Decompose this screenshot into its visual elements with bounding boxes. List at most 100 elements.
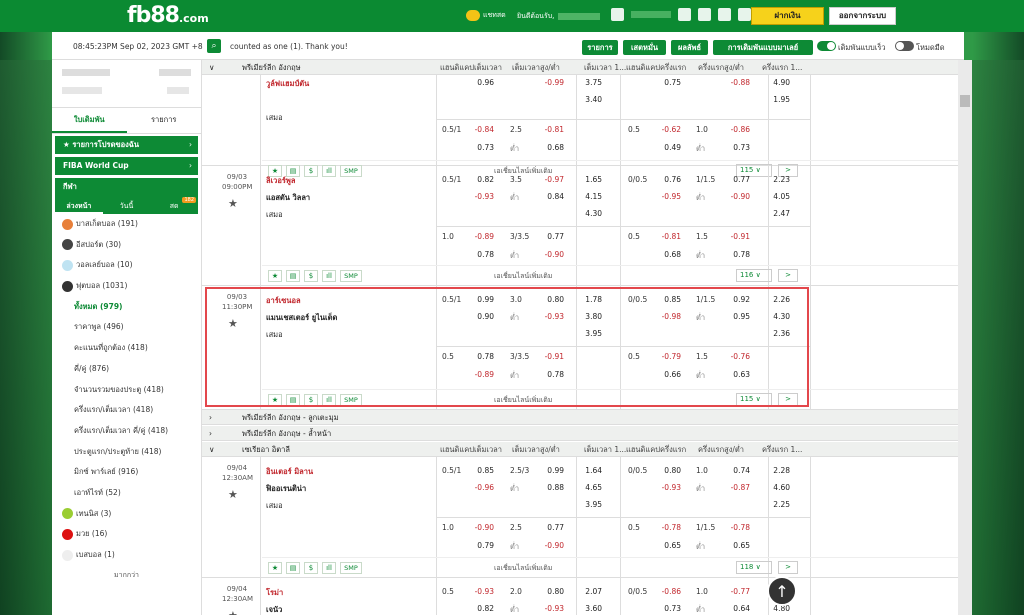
logout-button[interactable]: ออกจากระบบ [829, 7, 896, 25]
parlay-button[interactable]: เสตหมั่น [623, 40, 666, 55]
next-button[interactable]: > [778, 561, 798, 574]
odds-value[interactable]: -0.86 [720, 125, 750, 134]
odds-value[interactable]: 0.78 [464, 352, 494, 361]
odds-value[interactable]: 0.77 [720, 175, 750, 184]
odds-value[interactable]: 0.99 [464, 295, 494, 304]
odds-value[interactable]: -0.91 [534, 352, 564, 361]
odds-value[interactable]: -0.88 [720, 78, 750, 87]
odds-value[interactable]: 3.40 [572, 95, 602, 104]
wallet-icon[interactable] [611, 8, 624, 21]
odds-value[interactable]: 0.88 [534, 483, 564, 492]
fav-icon[interactable]: ★ [268, 394, 282, 406]
live-chat-link[interactable]: แชทสด [466, 10, 506, 21]
league-header[interactable]: ∨ พรีเมียร์ลีก อังกฤษ แฮนดิแคปเต็มเวลา เต็ม… [202, 60, 960, 75]
fav-icon[interactable]: ★ [268, 562, 282, 574]
dollar-icon[interactable]: $ [304, 270, 318, 282]
odds-value[interactable]: 4.05 [760, 192, 790, 201]
odds-value[interactable]: 3.95 [572, 329, 602, 338]
more-markets-count[interactable]: 116 ∨ [736, 269, 772, 282]
favorite-star-icon[interactable]: ★ [228, 609, 238, 615]
profile-icon[interactable] [718, 8, 731, 21]
odds-value[interactable]: 0.77 [534, 232, 564, 241]
sidebar-sport-item[interactable]: คะแนนที่ถูกต้อง (418) [52, 338, 201, 359]
odds-value[interactable]: 0.65 [720, 541, 750, 550]
odds-value[interactable]: -0.77 [720, 587, 750, 596]
favorite-star-icon[interactable]: ★ [228, 197, 238, 210]
odds-value[interactable]: 0.64 [720, 604, 750, 613]
fast-bet-toggle[interactable] [817, 41, 836, 51]
odds-value[interactable]: -0.81 [534, 125, 564, 134]
sidebar-sport-item[interactable]: จำนวนรวมของประตู (418) [52, 380, 201, 401]
odds-value[interactable]: 0.68 [651, 250, 681, 259]
odds-value[interactable]: 0.95 [720, 312, 750, 321]
odds-value[interactable]: 0.82 [464, 175, 494, 184]
search-icon[interactable]: ⌕ [207, 39, 221, 53]
odds-value[interactable]: -0.89 [464, 232, 494, 241]
chart-icon[interactable]: ıll [322, 270, 336, 282]
odds-value[interactable]: 4.30 [572, 209, 602, 218]
deposit-button[interactable]: ฝากเงิน [751, 7, 824, 25]
odds-value[interactable]: 2.23 [760, 175, 790, 184]
odds-value[interactable]: -0.95 [651, 192, 681, 201]
odds-value[interactable]: 0.85 [464, 466, 494, 475]
odds-value[interactable]: -0.90 [720, 192, 750, 201]
odds-value[interactable]: 0.68 [534, 143, 564, 152]
odds-value[interactable]: -0.78 [720, 523, 750, 532]
odds-value[interactable]: 1.95 [760, 95, 790, 104]
odds-value[interactable]: 3.95 [572, 500, 602, 509]
sidebar-sport-item[interactable]: มิกซ์ พาร์เลย์ (916) [52, 462, 201, 483]
odds-value[interactable]: 3.60 [572, 604, 602, 613]
odds-value[interactable]: -0.93 [534, 604, 564, 613]
odds-value[interactable]: 0.78 [464, 250, 494, 259]
odds-value[interactable]: -0.87 [720, 483, 750, 492]
stats-icon[interactable]: ▤ [286, 270, 300, 282]
league-header[interactable]: ∨ เซเรียอา อิตาลี แฮนดิแคปเต็มเวลา เต็มเวลา… [202, 442, 960, 457]
odds-value[interactable]: 2.36 [760, 329, 790, 338]
odds-value[interactable]: -0.76 [720, 352, 750, 361]
sidebar-sport-item[interactable]: ทั้งหมด (979) [52, 297, 201, 318]
sidebar-sport-item[interactable]: ฟุตบอล (1031) [52, 276, 201, 297]
odds-value[interactable]: -0.81 [651, 232, 681, 241]
smp-button[interactable]: SMP [340, 270, 362, 282]
odds-value[interactable]: 4.30 [760, 312, 790, 321]
dark-mode-toggle[interactable] [895, 41, 914, 51]
odds-value[interactable]: -0.98 [651, 312, 681, 321]
smp-button[interactable]: SMP [340, 394, 362, 406]
refresh-icon[interactable] [678, 8, 691, 21]
odds-value[interactable]: -0.90 [534, 541, 564, 550]
sidebar-sport-item[interactable]: อีสปอร์ต (30) [52, 235, 201, 256]
more-asian-lines-link[interactable]: เอเชี่ยนไลน์เพิ่มเติม [494, 563, 552, 574]
odds-value[interactable]: -0.79 [651, 352, 681, 361]
results-button[interactable]: ผลลัพธ์ [671, 40, 708, 55]
odds-value[interactable]: -0.93 [534, 312, 564, 321]
odds-value[interactable]: 0.85 [651, 295, 681, 304]
list-button[interactable]: รายการ [582, 40, 618, 55]
stats-icon[interactable]: ▤ [286, 394, 300, 406]
odds-value[interactable]: 0.96 [464, 78, 494, 87]
scrollbar-thumb[interactable] [960, 95, 970, 107]
odds-value[interactable]: 0.73 [720, 143, 750, 152]
odds-value[interactable]: -0.86 [651, 587, 681, 596]
odds-value[interactable]: 0.77 [534, 523, 564, 532]
tab-bet-list[interactable]: รายการ [127, 108, 202, 133]
odds-value[interactable]: 2.26 [760, 295, 790, 304]
chart-icon[interactable]: ıll [322, 562, 336, 574]
odds-value[interactable]: 0.65 [651, 541, 681, 550]
dollar-icon[interactable]: $ [304, 562, 318, 574]
odds-value[interactable]: 0.84 [534, 192, 564, 201]
favorites-menu[interactable]: ★ รายการโปรดของฉัน › [55, 136, 198, 154]
next-button[interactable]: > [778, 393, 798, 406]
sidebar-sport-item[interactable]: เบสบอล (1) [52, 545, 201, 566]
odds-value[interactable]: -0.96 [464, 483, 494, 492]
tab-today[interactable]: วันนี้ [103, 199, 151, 214]
odds-value[interactable]: 0.75 [651, 78, 681, 87]
sidebar-sport-item[interactable]: มวย (16) [52, 524, 201, 545]
odds-value[interactable]: 1.78 [572, 295, 602, 304]
sidebar-sport-item[interactable]: วอลเลย์บอล (10) [52, 255, 201, 276]
next-button[interactable]: > [778, 269, 798, 282]
odds-value[interactable]: 0.74 [720, 466, 750, 475]
league-header[interactable]: › พรีเมียร์ลีก อังกฤษ - ลูกเตะมุม [202, 410, 960, 425]
more-asian-lines-link[interactable]: เอเชี่ยนไลน์เพิ่มเติม [494, 395, 552, 406]
odds-value[interactable]: 3.75 [572, 78, 602, 87]
odds-value[interactable]: 4.65 [572, 483, 602, 492]
